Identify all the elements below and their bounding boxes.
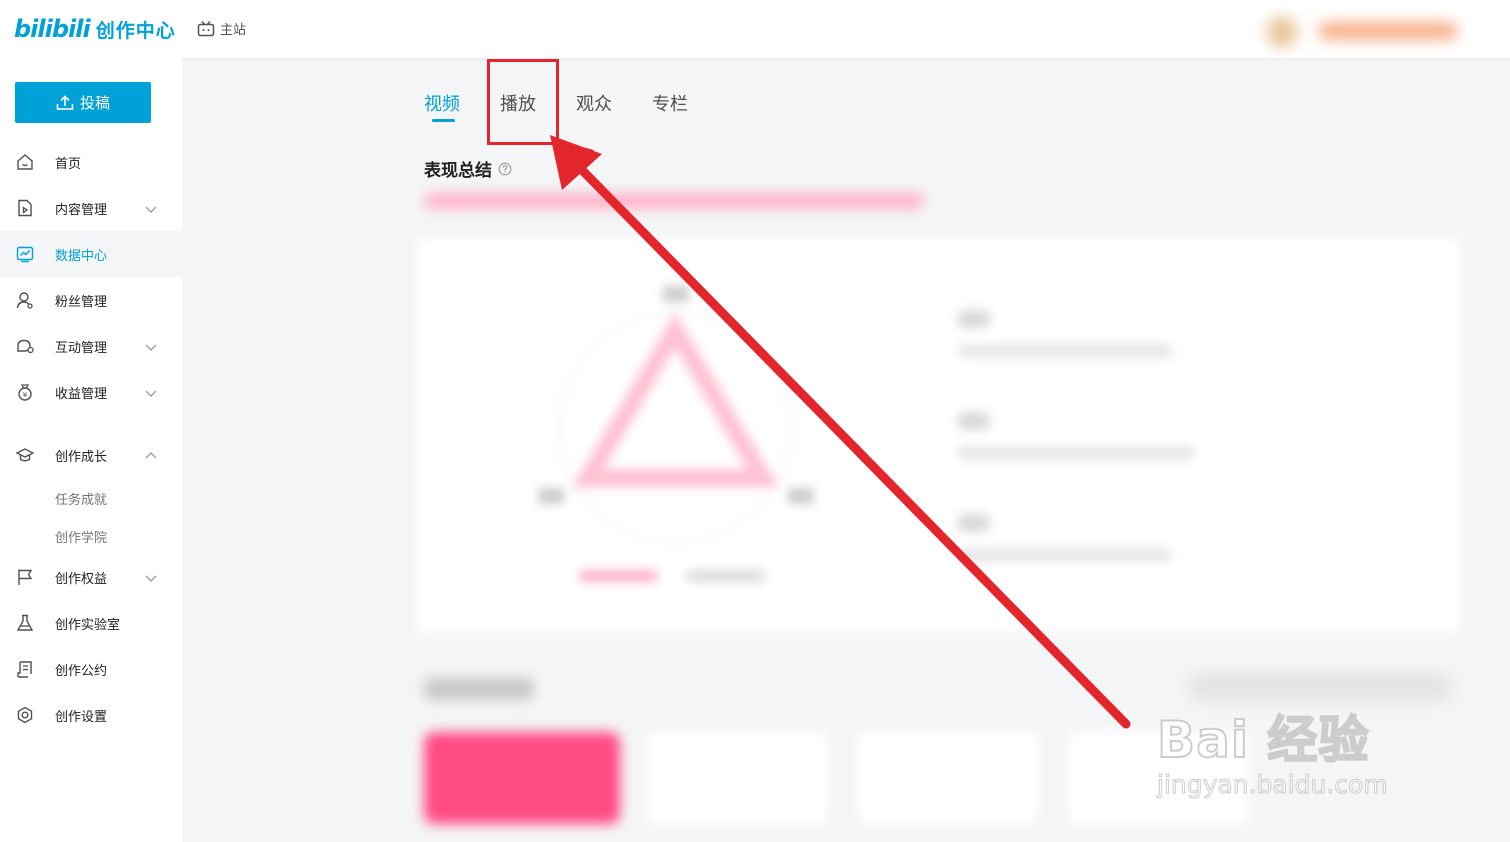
sidebar-item-growth[interactable]: 创作成长 bbox=[0, 432, 182, 478]
gear-icon bbox=[17, 706, 33, 724]
main-site-link[interactable]: 主站 bbox=[197, 19, 246, 38]
chart-icon bbox=[16, 246, 34, 263]
graduation-cap-icon bbox=[16, 448, 34, 462]
sidebar-subitem-achievements[interactable]: 任务成就 bbox=[55, 489, 107, 508]
money-bag-icon: ¥ bbox=[18, 384, 32, 401]
upload-label: 投稿 bbox=[79, 95, 110, 112]
sidebar-item-label: 创作公约 bbox=[55, 663, 108, 679]
baidu-watermark: Bai 经验 jingyan.baidu.com bbox=[1156, 700, 1389, 800]
sidebar-item-convention[interactable]: 创作公约 bbox=[0, 646, 182, 692]
sidebar-item-home[interactable]: 首页 bbox=[0, 139, 182, 185]
sidebar-item-settings[interactable]: 创作设置 bbox=[0, 692, 182, 738]
flag-icon bbox=[18, 569, 33, 585]
sidebar-item-label: 创作设置 bbox=[55, 709, 108, 725]
tab-video[interactable]: 视频 bbox=[424, 90, 460, 116]
flask-icon bbox=[16, 614, 34, 631]
bilibili-logo[interactable]: bilibili 创作中心 bbox=[14, 14, 176, 44]
sidebar-item-label: 创作成长 bbox=[55, 449, 108, 465]
upload-icon bbox=[56, 94, 74, 110]
annotation-highlight-box bbox=[487, 59, 559, 145]
sidebar-subitem-academy[interactable]: 创作学院 bbox=[55, 527, 107, 546]
sidebar-item-label: 创作权益 bbox=[55, 571, 108, 587]
username-blurred bbox=[1318, 22, 1458, 40]
scroll-icon bbox=[17, 661, 32, 678]
metric-label-blurred bbox=[958, 514, 990, 532]
svg-text:¥: ¥ bbox=[23, 391, 28, 399]
sidebar-item-fans[interactable]: 粉丝管理 bbox=[0, 277, 182, 323]
sidebar-item-lab[interactable]: 创作实验室 bbox=[0, 600, 182, 646]
chevron-down-icon bbox=[145, 206, 157, 213]
document-play-icon bbox=[18, 199, 32, 217]
chevron-down-icon bbox=[145, 575, 157, 582]
metric-card[interactable] bbox=[858, 732, 1038, 824]
user-icon bbox=[16, 292, 33, 309]
main-site-label: 主站 bbox=[220, 23, 247, 38]
sidebar-item-interaction[interactable]: 互动管理 bbox=[0, 323, 182, 369]
watermark-line1: Bai 经验 bbox=[1156, 710, 1370, 770]
home-icon bbox=[17, 154, 33, 170]
active-tab-underline bbox=[432, 119, 455, 122]
sidebar-item-label: 粉丝管理 bbox=[55, 294, 108, 310]
sidebar-item-label: 创作实验室 bbox=[55, 617, 121, 633]
metric-desc-blurred bbox=[958, 344, 1172, 358]
highlight-metric-card[interactable] bbox=[424, 732, 620, 824]
tab-audience[interactable]: 观众 bbox=[576, 90, 612, 116]
sidebar-item-label: 数据中心 bbox=[55, 248, 108, 264]
logo-title: 创作中心 bbox=[95, 19, 176, 42]
sidebar-item-content[interactable]: 内容管理 bbox=[0, 185, 182, 231]
section-title: 表现总结 bbox=[424, 156, 512, 181]
metric-desc-blurred bbox=[958, 548, 1172, 562]
metric-label-blurred bbox=[958, 412, 990, 430]
help-icon[interactable] bbox=[498, 162, 512, 176]
sidebar-item-label: 首页 bbox=[55, 156, 82, 172]
comment-icon bbox=[17, 339, 34, 354]
avatar bbox=[1266, 16, 1298, 48]
chevron-down-icon bbox=[145, 390, 157, 397]
metric-label-blurred bbox=[958, 310, 990, 328]
metric-desc-blurred bbox=[958, 446, 1194, 460]
section-title-text: 表现总结 bbox=[424, 161, 492, 181]
tab-column[interactable]: 专栏 bbox=[652, 90, 688, 116]
sidebar-item-label: 收益管理 bbox=[55, 386, 108, 402]
sidebar-item-label: 互动管理 bbox=[55, 340, 108, 356]
chevron-up-icon bbox=[145, 452, 157, 459]
summary-text-blurred bbox=[424, 193, 924, 209]
sidebar-item-revenue[interactable]: ¥ 收益管理 bbox=[0, 369, 182, 415]
radar-chart-blurred bbox=[538, 286, 814, 582]
sidebar-item-rights[interactable]: 创作权益 bbox=[0, 554, 182, 600]
date-filter-blurred bbox=[1190, 674, 1450, 700]
performance-card-blurred bbox=[418, 238, 1460, 633]
logo-brand: bilibili bbox=[14, 15, 91, 43]
metric-card[interactable] bbox=[648, 732, 828, 824]
upload-button[interactable]: 投稿 bbox=[15, 82, 151, 123]
sidebar: 投稿 首页 内容管理 数据中心 粉丝管理 互动管理 ¥ 收益管理 创作成长 任务… bbox=[0, 58, 182, 842]
top-bar: bilibili 创作中心 主站 bbox=[0, 0, 1510, 58]
core-data-title-blurred bbox=[424, 678, 534, 700]
tv-icon bbox=[197, 20, 215, 36]
chevron-down-icon bbox=[145, 344, 157, 351]
sidebar-item-data-center[interactable]: 数据中心 bbox=[0, 231, 182, 277]
user-profile-blurred[interactable] bbox=[1248, 8, 1478, 52]
watermark-line2: jingyan.baidu.com bbox=[1157, 770, 1389, 800]
sidebar-item-label: 内容管理 bbox=[55, 202, 108, 218]
